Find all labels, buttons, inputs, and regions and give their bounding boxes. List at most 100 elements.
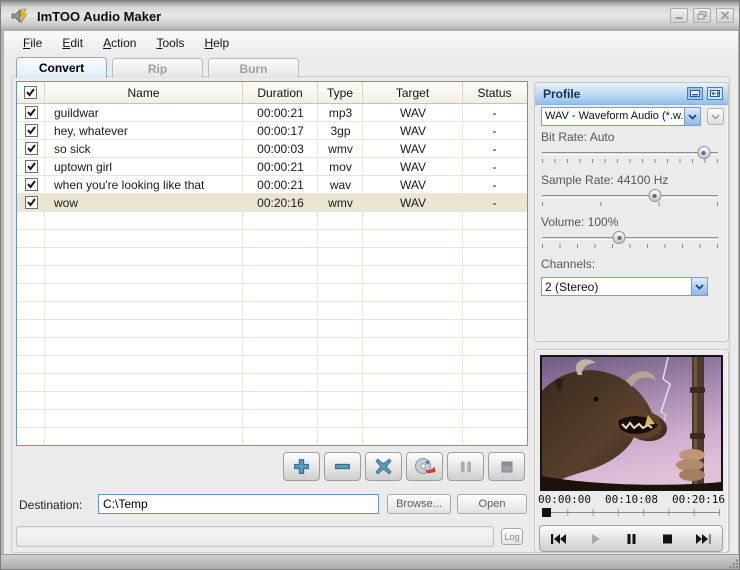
cell-duration: 00:00:21 <box>243 176 318 193</box>
cell-name: when you're looking like that <box>45 176 243 193</box>
row-checkbox[interactable] <box>25 124 38 137</box>
table-row-selected[interactable]: wow 00:20:16 wmv WAV - <box>17 194 527 212</box>
cell-duration: 00:00:17 <box>243 122 318 139</box>
table-row[interactable]: so sick 00:00:03 wmv WAV - <box>17 140 527 158</box>
pause-playback-button[interactable] <box>613 526 649 551</box>
channels-select[interactable]: 2 (Stereo) <box>541 277 708 296</box>
collapse-panel-icon[interactable] <box>707 87 723 100</box>
profile-panel-icon[interactable] <box>687 87 703 100</box>
bit-rate-slider[interactable] <box>542 145 718 167</box>
cell-target: WAV <box>363 140 463 157</box>
format-extra-button[interactable] <box>707 108 724 125</box>
video-preview <box>540 355 723 491</box>
destination-input[interactable] <box>98 494 379 514</box>
row-checkbox[interactable] <box>25 160 38 173</box>
table-row[interactable]: guildwar 00:00:21 mp3 WAV - <box>17 104 527 122</box>
header-duration[interactable]: Duration <box>243 82 318 103</box>
table-row[interactable]: hey, whatever 00:00:17 3gp WAV - <box>17 122 527 140</box>
time-display: 00:00:00 00:10:08 00:20:16 <box>538 493 725 506</box>
tab-convert[interactable]: Convert <box>16 57 107 78</box>
seek-slider[interactable] <box>542 506 720 520</box>
restore-button[interactable] <box>693 8 711 23</box>
log-button[interactable]: Log <box>501 528 523 545</box>
convert-button[interactable] <box>406 452 443 481</box>
cell-duration: 00:00:21 <box>243 158 318 175</box>
table-row[interactable]: uptown girl 00:00:21 mov WAV - <box>17 158 527 176</box>
cell-name: hey, whatever <box>45 122 243 139</box>
skip-back-button[interactable] <box>540 526 576 551</box>
stop-button[interactable] <box>488 452 525 481</box>
time-current: 00:10:08 <box>605 493 658 506</box>
stop-playback-button[interactable] <box>649 526 685 551</box>
bit-rate-thumb[interactable] <box>697 146 710 159</box>
sample-rate-slider[interactable] <box>542 188 718 210</box>
seek-thumb[interactable] <box>542 508 551 517</box>
row-checkbox[interactable] <box>25 178 38 191</box>
row-checkbox[interactable] <box>25 196 38 209</box>
chevron-down-icon[interactable] <box>684 108 700 125</box>
minimize-button[interactable] <box>670 8 688 23</box>
status-strip <box>1 554 740 570</box>
select-all-checkbox[interactable] <box>24 86 37 99</box>
slider-ticks <box>542 244 718 248</box>
skip-forward-button[interactable] <box>686 526 722 551</box>
volume-thumb[interactable] <box>613 231 626 244</box>
row-checkbox[interactable] <box>25 142 38 155</box>
slider-track <box>542 195 718 198</box>
menu-edit[interactable]: Edit <box>62 36 83 50</box>
cell-duration: 00:00:21 <box>243 104 318 121</box>
file-list-header: Name Duration Type Target Status <box>17 82 527 104</box>
channels-label: Channels: <box>541 257 595 271</box>
video-frame-image <box>542 357 721 489</box>
cell-target: WAV <box>363 104 463 121</box>
cell-target: WAV <box>363 176 463 193</box>
header-status[interactable]: Status <box>463 82 526 103</box>
bit-rate-label: Bit Rate: Auto <box>541 130 614 144</box>
remove-file-button[interactable] <box>324 452 361 481</box>
resize-grip[interactable] <box>728 558 739 569</box>
tab-rip[interactable]: Rip <box>112 58 203 78</box>
menu-action[interactable]: Action <box>103 36 136 50</box>
progress-bar <box>16 526 494 547</box>
cell-name: uptown girl <box>45 158 243 175</box>
cell-name: so sick <box>45 140 243 157</box>
clear-list-button[interactable] <box>365 452 402 481</box>
cell-duration: 00:00:03 <box>243 140 318 157</box>
row-checkbox[interactable] <box>25 106 38 119</box>
close-button[interactable] <box>716 8 734 23</box>
header-type[interactable]: Type <box>318 82 363 103</box>
app-icon <box>11 8 29 24</box>
titlebar: ImTOO Audio Maker <box>1 1 740 31</box>
volume-label: Volume: 100% <box>541 215 618 229</box>
cell-status: - <box>463 122 526 139</box>
menu-help[interactable]: Help <box>204 36 229 50</box>
add-file-button[interactable] <box>283 452 320 481</box>
tab-burn[interactable]: Burn <box>208 58 299 78</box>
volume-slider[interactable] <box>542 230 718 252</box>
cell-type: mp3 <box>318 104 363 121</box>
format-select[interactable]: WAV - Waveform Audio (*.w. <box>541 107 701 126</box>
cell-target: WAV <box>363 122 463 139</box>
open-button[interactable]: Open <box>457 494 527 514</box>
cell-status: - <box>463 176 526 193</box>
header-target[interactable]: Target <box>363 82 463 103</box>
sample-rate-thumb[interactable] <box>648 189 661 202</box>
menu-file[interactable]: File <box>23 36 42 50</box>
pause-button[interactable] <box>447 452 484 481</box>
file-toolbar <box>283 452 525 481</box>
cell-type: wmv <box>318 194 363 211</box>
sample-rate-label: Sample Rate: 44100 Hz <box>541 173 668 187</box>
profile-title: Profile <box>543 87 683 101</box>
playback-controls <box>539 525 723 552</box>
chevron-down-icon[interactable] <box>691 278 707 295</box>
table-row[interactable]: when you're looking like that 00:00:21 w… <box>17 176 527 194</box>
cell-type: 3gp <box>318 122 363 139</box>
header-check-cell <box>17 82 45 103</box>
menu-tools[interactable]: Tools <box>156 36 184 50</box>
browse-button[interactable]: Browse... <box>387 494 451 514</box>
menu-bar: File Edit Action Tools Help <box>4 31 738 54</box>
empty-rows <box>17 212 527 445</box>
cell-status: - <box>463 140 526 157</box>
play-button[interactable] <box>576 526 612 551</box>
header-name[interactable]: Name <box>45 82 243 103</box>
